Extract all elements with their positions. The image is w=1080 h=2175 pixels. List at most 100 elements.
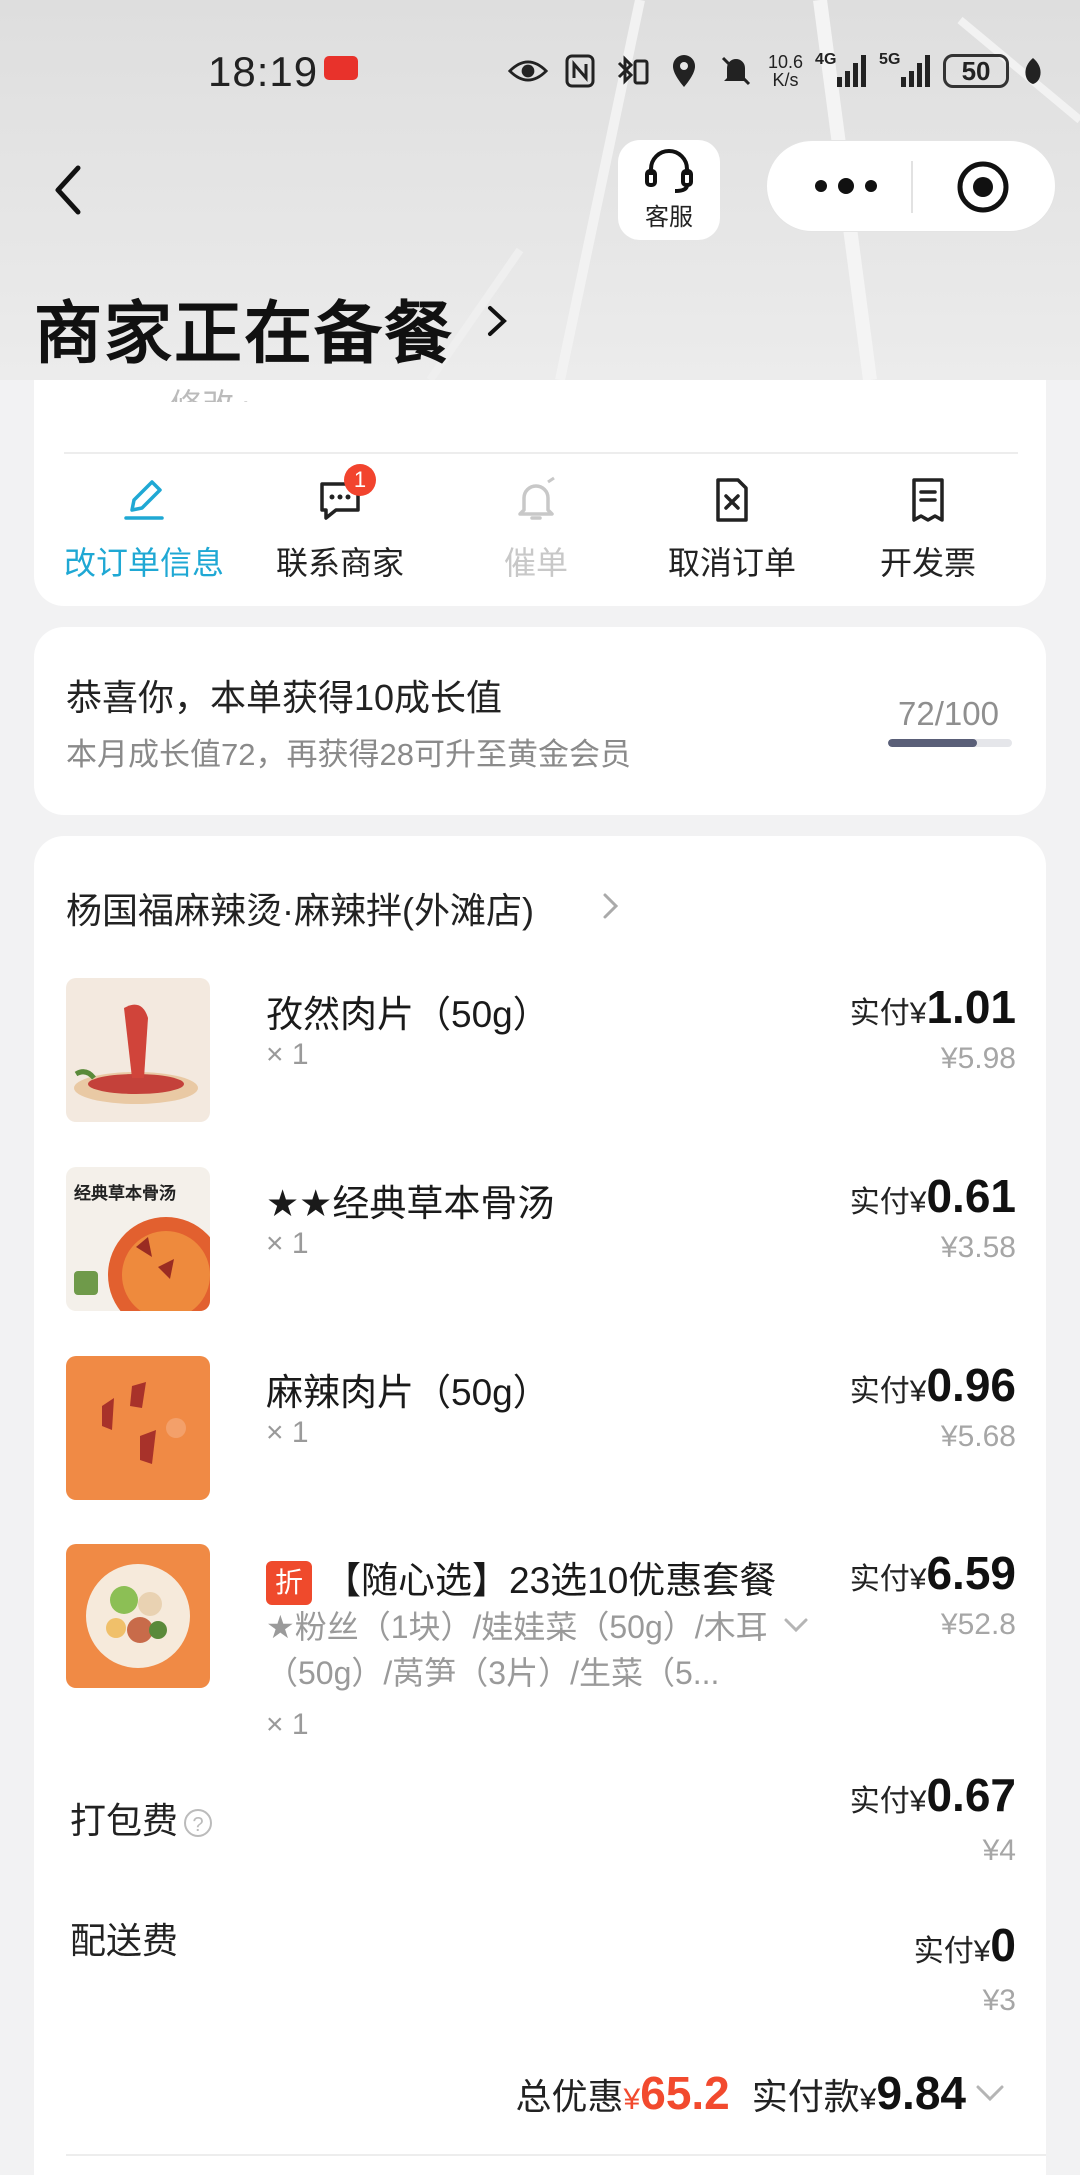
delivery-fee-label: 配送费 (70, 1920, 179, 1961)
delivery-fee-paid: 实付 ¥0 (914, 1918, 1016, 1972)
item-name: 折【随心选】23选10优惠套餐 (266, 1550, 777, 1606)
delivery-fee-value: 0 (990, 1919, 1016, 1971)
mini-program-capsule (766, 140, 1056, 232)
network-speed-unit: K/s (772, 70, 799, 90)
invoice-icon (904, 476, 952, 524)
location-icon (664, 51, 704, 91)
paid-value: 0.61 (926, 1170, 1016, 1222)
paid-label: 实付 (849, 1186, 910, 1219)
currency: ¥ (909, 1375, 927, 1408)
status-icons: 10.6 K/s 4G 5G 50 (508, 46, 1045, 96)
expand-chevron-icon[interactable] (782, 1616, 810, 1636)
mute-icon (716, 51, 756, 91)
item-quantity: × 1 (266, 1227, 309, 1260)
total-discount-label: 总优惠 (515, 2076, 624, 2117)
order-item[interactable]: 折【随心选】23选10优惠套餐 ★粉丝（1块）/娃娃菜（50g）/木耳（50g）… (66, 1544, 1016, 1764)
signal-4g-icon: 4G (815, 51, 867, 91)
discount-tag: 折 (266, 1561, 312, 1606)
headset-icon (645, 148, 693, 193)
order-total[interactable]: 总优惠 ¥ 65.2 实付款 ¥ 9.84 (516, 2066, 1006, 2120)
item-thumbnail: 经典草本骨汤 (66, 1167, 210, 1311)
network-speed: 10.6 K/s (768, 53, 803, 89)
item-name: 孜然肉片（50g） (266, 994, 550, 1035)
item-name: ★★经典草本骨汤 (266, 1183, 555, 1224)
customer-service-button[interactable]: 客服 (618, 140, 720, 240)
currency: ¥ (859, 2083, 877, 2116)
back-button[interactable] (48, 160, 88, 220)
edit-order-button[interactable]: 改订单信息 (54, 476, 234, 584)
network-speed-value: 10.6 (768, 52, 804, 72)
growth-progress-text: 72/100 (898, 695, 999, 732)
currency: ¥ (909, 1785, 927, 1818)
thumb-caption: 经典草本骨汤 (74, 1184, 176, 1203)
contact-merchant-label: 联系商家 (275, 545, 404, 581)
item-paid: 实付 ¥6.59 (850, 1546, 1016, 1600)
growth-card[interactable]: 恭喜你，本单获得10成长值 本月成长值72，再获得28可升至黄金会员 72/10… (34, 627, 1046, 815)
bluetooth-icon (612, 51, 652, 91)
eye-icon (508, 51, 548, 91)
item-name: 麻辣肉片（50g） (266, 1372, 550, 1413)
total-paid-label: 实付款 (751, 2076, 860, 2117)
nfc-icon (560, 51, 600, 91)
paid-value: 0.96 (926, 1359, 1016, 1411)
item-original-price: ¥5.68 (940, 1420, 1016, 1453)
help-icon[interactable]: ? (184, 1809, 213, 1838)
item-name-text: 【随心选】23选10优惠套餐 (324, 1560, 777, 1601)
paid-label: 实付 (913, 1935, 974, 1968)
order-item[interactable]: 麻辣肉片（50g） × 1 实付 ¥0.96 ¥5.68 (66, 1356, 1016, 1506)
page-title[interactable]: 商家正在备餐 (34, 278, 454, 377)
order-item[interactable]: 孜然肉片（50g） × 1 实付 ¥1.01 ¥5.98 (66, 978, 1016, 1128)
battery-indicator: 50 (943, 54, 1010, 88)
growth-progress-bar (888, 739, 1012, 747)
paid-label: 实付 (849, 1563, 910, 1596)
packing-fee-label: 打包费? (70, 1792, 213, 1844)
more-button[interactable] (811, 171, 881, 201)
paid-label: 实付 (849, 1375, 910, 1408)
cancel-order-label: 取消订单 (667, 545, 796, 581)
shop-chevron-icon[interactable] (602, 891, 620, 921)
currency: ¥ (909, 1563, 927, 1596)
order-actions-card: 修改 › 改订单信息 联系商家 1 催单 取消订单 开发票 (34, 380, 1046, 606)
cancel-order-button[interactable]: 取消订单 (642, 476, 822, 584)
packing-fee-text: 打包费 (70, 1800, 179, 1841)
signal-5g-icon: 5G (879, 51, 931, 91)
currency: ¥ (623, 2083, 641, 2116)
paid-value: 6.59 (926, 1547, 1016, 1599)
growth-subtitle: 本月成长值72，再获得28可升至黄金会员 (66, 737, 631, 772)
urge-order-label: 催单 (503, 545, 568, 581)
customer-service-label: 客服 (645, 203, 693, 231)
item-thumbnail (66, 978, 210, 1122)
paid-value: 1.01 (926, 981, 1016, 1033)
item-quantity: × 1 (266, 1708, 309, 1741)
partial-text: 修改 › (170, 380, 254, 402)
item-original-price: ¥52.8 (940, 1608, 1016, 1641)
item-paid: 实付 ¥1.01 (850, 980, 1016, 1034)
item-quantity: × 1 (266, 1416, 309, 1449)
packing-fee-original: ¥4 (982, 1834, 1016, 1867)
packing-fee-value: 0.67 (926, 1769, 1016, 1821)
item-thumbnail (66, 1544, 210, 1688)
item-thumbnail (66, 1356, 210, 1500)
paid-label: 实付 (849, 1785, 910, 1818)
total-discount-value: 65.2 (640, 2067, 730, 2119)
shop-name[interactable]: 杨国福麻辣烫·麻辣拌(外滩店) (66, 882, 534, 934)
chevron-down-icon[interactable] (974, 2082, 1006, 2104)
bell-icon (512, 476, 560, 524)
paid-label: 实付 (849, 997, 910, 1030)
divider (66, 2154, 1046, 2156)
item-description: ★粉丝（1块）/娃娃菜（50g）/木耳（50g）/莴笋（3片）/生菜（5... (266, 1609, 768, 1691)
unread-badge: 1 (344, 464, 376, 496)
invoice-button[interactable]: 开发票 (838, 476, 1018, 584)
order-detail-card: 杨国福麻辣烫·麻辣拌(外滩店) 孜然肉片（50g） × 1 实付 ¥1.01 ¥5… (34, 836, 1046, 2175)
item-original-price: ¥5.98 (940, 1042, 1016, 1075)
urge-order-button[interactable]: 催单 (446, 476, 626, 584)
order-item[interactable]: 经典草本骨汤 ★★经典草本骨汤 × 1 实付 ¥0.61 ¥3.58 (66, 1167, 1016, 1317)
status-time: 18:19 (208, 48, 319, 95)
title-chevron-icon[interactable] (482, 298, 512, 344)
edit-order-label: 改订单信息 (63, 545, 224, 581)
total-paid-value: 9.84 (876, 2067, 966, 2119)
status-bar: 18:19 10.6 K/s 4G 5G 50 (0, 28, 1080, 108)
contact-merchant-button[interactable]: 联系商家 (250, 476, 430, 584)
cancel-order-icon (708, 476, 756, 524)
close-target-button[interactable] (955, 159, 1011, 215)
